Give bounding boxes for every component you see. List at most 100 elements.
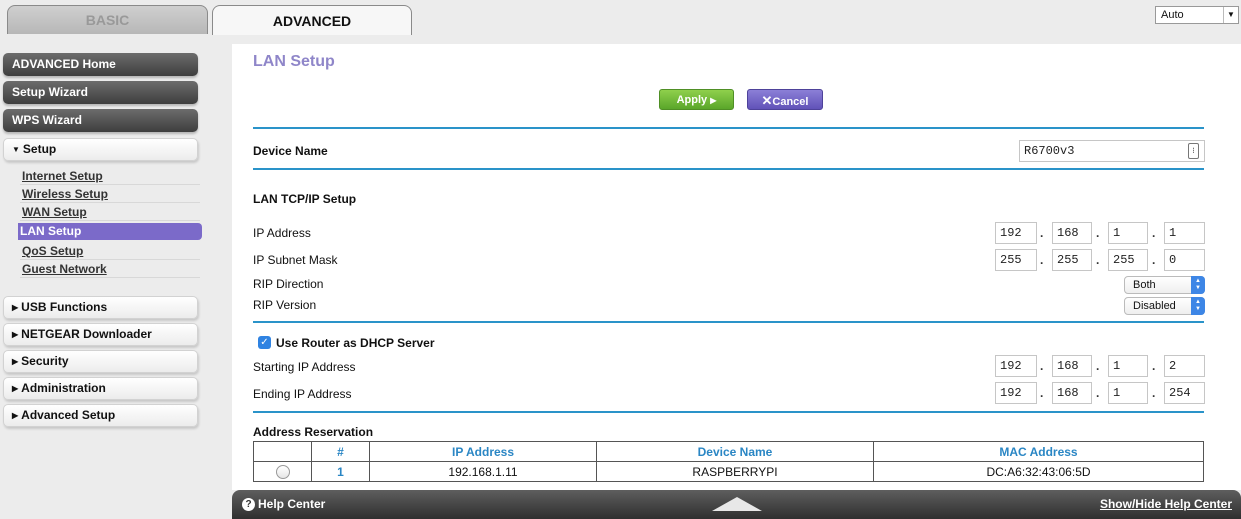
sidebar-subitem-internet-setup[interactable]: Internet Setup: [20, 168, 200, 185]
starting-ip-label: Starting IP Address: [253, 360, 356, 374]
section-divider: [253, 127, 1204, 129]
sidebar-item-label: Setup: [22, 142, 57, 156]
sidebar-item-advanced-setup[interactable]: ▶ Advanced Setup: [3, 404, 198, 427]
row-device-name: RASPBERRYPI: [596, 461, 874, 482]
sidebar-item-label: Advanced Setup: [21, 408, 116, 422]
ip-address-octet-3[interactable]: 1: [1108, 222, 1148, 244]
rip-direction-select[interactable]: Both ▲ ▼: [1124, 276, 1205, 294]
sidebar-subitem-wireless-setup[interactable]: Wireless Setup: [20, 186, 200, 203]
dot-separator: .: [1096, 386, 1100, 400]
device-name-label: Device Name: [253, 144, 328, 158]
subnet-mask-octet-2[interactable]: 255: [1052, 249, 1092, 271]
help-center-link[interactable]: ? Help Center: [242, 497, 325, 511]
column-header-device: Device Name: [596, 441, 874, 462]
section-divider: [253, 168, 1204, 170]
sidebar-subitem-lan-setup[interactable]: LAN Setup: [18, 223, 202, 240]
dot-separator: .: [1040, 226, 1044, 240]
ip-address-octet-1[interactable]: 192: [995, 222, 1037, 244]
ip-address-octet-2[interactable]: 168: [1052, 222, 1092, 244]
row-mac-address: DC:A6:32:43:06:5D: [873, 461, 1204, 482]
dot-separator: .: [1152, 253, 1156, 267]
ending-ip-octet-3[interactable]: 1: [1108, 382, 1148, 404]
row-number: 1: [311, 461, 370, 482]
sidebar-item-setup-wizard[interactable]: Setup Wizard: [3, 81, 198, 104]
dot-separator: .: [1096, 359, 1100, 373]
dot-separator: .: [1096, 226, 1100, 240]
sidebar-item-wps-wizard[interactable]: WPS Wizard: [3, 109, 198, 132]
sidebar-item-advanced-home[interactable]: ADVANCED Home: [3, 53, 198, 76]
sidebar-subitem-guest-network[interactable]: Guest Network: [20, 261, 200, 278]
triangle-right-icon: ▶: [12, 303, 19, 312]
sidebar-item-setup[interactable]: ▼ Setup: [3, 138, 198, 161]
chevron-down-icon: ▼: [1223, 7, 1238, 23]
section-divider: [253, 321, 1204, 323]
ip-address-octet-4[interactable]: 1: [1164, 222, 1205, 244]
apply-button[interactable]: Apply ▶: [659, 89, 734, 110]
triangle-right-icon: ▶: [12, 384, 19, 393]
dot-separator: .: [1152, 359, 1156, 373]
row-radio-button[interactable]: [275, 464, 290, 479]
sidebar-item-label: Security: [21, 354, 69, 368]
sidebar-item-label: NETGEAR Downloader: [21, 327, 152, 341]
dot-separator: .: [1040, 253, 1044, 267]
address-reservation-heading: Address Reservation: [253, 425, 374, 439]
play-icon: ▶: [710, 96, 717, 105]
dot-separator: .: [1040, 359, 1044, 373]
dhcp-server-checkbox[interactable]: ✓: [258, 336, 271, 349]
dhcp-server-label: Use Router as DHCP Server: [276, 336, 435, 350]
language-select-value: Auto: [1161, 9, 1184, 21]
rip-version-select[interactable]: Disabled ▲ ▼: [1124, 297, 1205, 315]
tab-advanced[interactable]: ADVANCED: [212, 5, 412, 35]
ending-ip-octet-4[interactable]: 254: [1164, 382, 1205, 404]
tab-basic[interactable]: BASIC: [7, 5, 208, 34]
cancel-button[interactable]: ✕Cancel: [747, 89, 823, 110]
rip-version-label: RIP Version: [253, 298, 317, 312]
table-header-row: # IP Address Device Name MAC Address: [253, 441, 1204, 462]
close-icon: ✕: [761, 93, 773, 108]
triangle-right-icon: ▶: [12, 330, 19, 339]
updown-arrows-icon: ▲ ▼: [1191, 297, 1205, 315]
sidebar-subitem-qos-setup[interactable]: QoS Setup: [20, 243, 200, 260]
triangle-down-icon: ▼: [12, 145, 20, 154]
dot-separator: .: [1096, 253, 1100, 267]
column-header-mac: MAC Address: [873, 441, 1204, 462]
starting-ip-octet-2[interactable]: 168: [1052, 355, 1092, 377]
starting-ip-octet-3[interactable]: 1: [1108, 355, 1148, 377]
starting-ip-octet-1[interactable]: 192: [995, 355, 1037, 377]
expand-arrow-icon[interactable]: [712, 497, 762, 511]
dot-separator: .: [1152, 386, 1156, 400]
ending-ip-octet-2[interactable]: 168: [1052, 382, 1092, 404]
sidebar-item-security[interactable]: ▶ Security: [3, 350, 198, 373]
dot-separator: .: [1040, 386, 1044, 400]
sidebar-item-label: USB Functions: [21, 300, 108, 314]
table-row[interactable]: 1 192.168.1.11 RASPBERRYPI DC:A6:32:43:0…: [253, 461, 1204, 482]
ending-ip-label: Ending IP Address: [253, 387, 352, 401]
subnet-mask-octet-4[interactable]: 0: [1164, 249, 1205, 271]
starting-ip-octet-4[interactable]: 2: [1164, 355, 1205, 377]
row-select-cell: [253, 461, 312, 482]
triangle-right-icon: ▶: [12, 411, 19, 420]
subnet-mask-octet-1[interactable]: 255: [995, 249, 1037, 271]
ending-ip-octet-1[interactable]: 192: [995, 382, 1037, 404]
column-header-ip: IP Address: [369, 441, 597, 462]
subnet-mask-octet-3[interactable]: 255: [1108, 249, 1148, 271]
show-hide-help-link[interactable]: Show/Hide Help Center: [1100, 497, 1232, 511]
sidebar-item-netgear-downloader[interactable]: ▶ NETGEAR Downloader: [3, 323, 198, 346]
column-header-select: [253, 441, 312, 462]
rip-direction-label: RIP Direction: [253, 277, 324, 291]
language-select[interactable]: Auto ▼: [1155, 6, 1239, 24]
password-key-icon: ⁝: [1188, 143, 1199, 159]
dot-separator: .: [1152, 226, 1156, 240]
triangle-right-icon: ▶: [12, 357, 19, 366]
device-name-field[interactable]: R6700v3 ⁝: [1019, 140, 1205, 162]
question-icon: ?: [242, 497, 255, 511]
lan-tcpip-heading: LAN TCP/IP Setup: [253, 192, 357, 206]
sidebar-item-usb-functions[interactable]: ▶ USB Functions: [3, 296, 198, 319]
sidebar-subitem-wan-setup[interactable]: WAN Setup: [20, 204, 200, 221]
section-divider: [253, 411, 1204, 413]
help-center-bar: ? Help Center Show/Hide Help Center: [232, 490, 1241, 519]
sidebar-item-administration[interactable]: ▶ Administration: [3, 377, 198, 400]
column-header-number: #: [311, 441, 370, 462]
updown-arrows-icon: ▲ ▼: [1191, 276, 1205, 294]
row-ip-address: 192.168.1.11: [369, 461, 597, 482]
